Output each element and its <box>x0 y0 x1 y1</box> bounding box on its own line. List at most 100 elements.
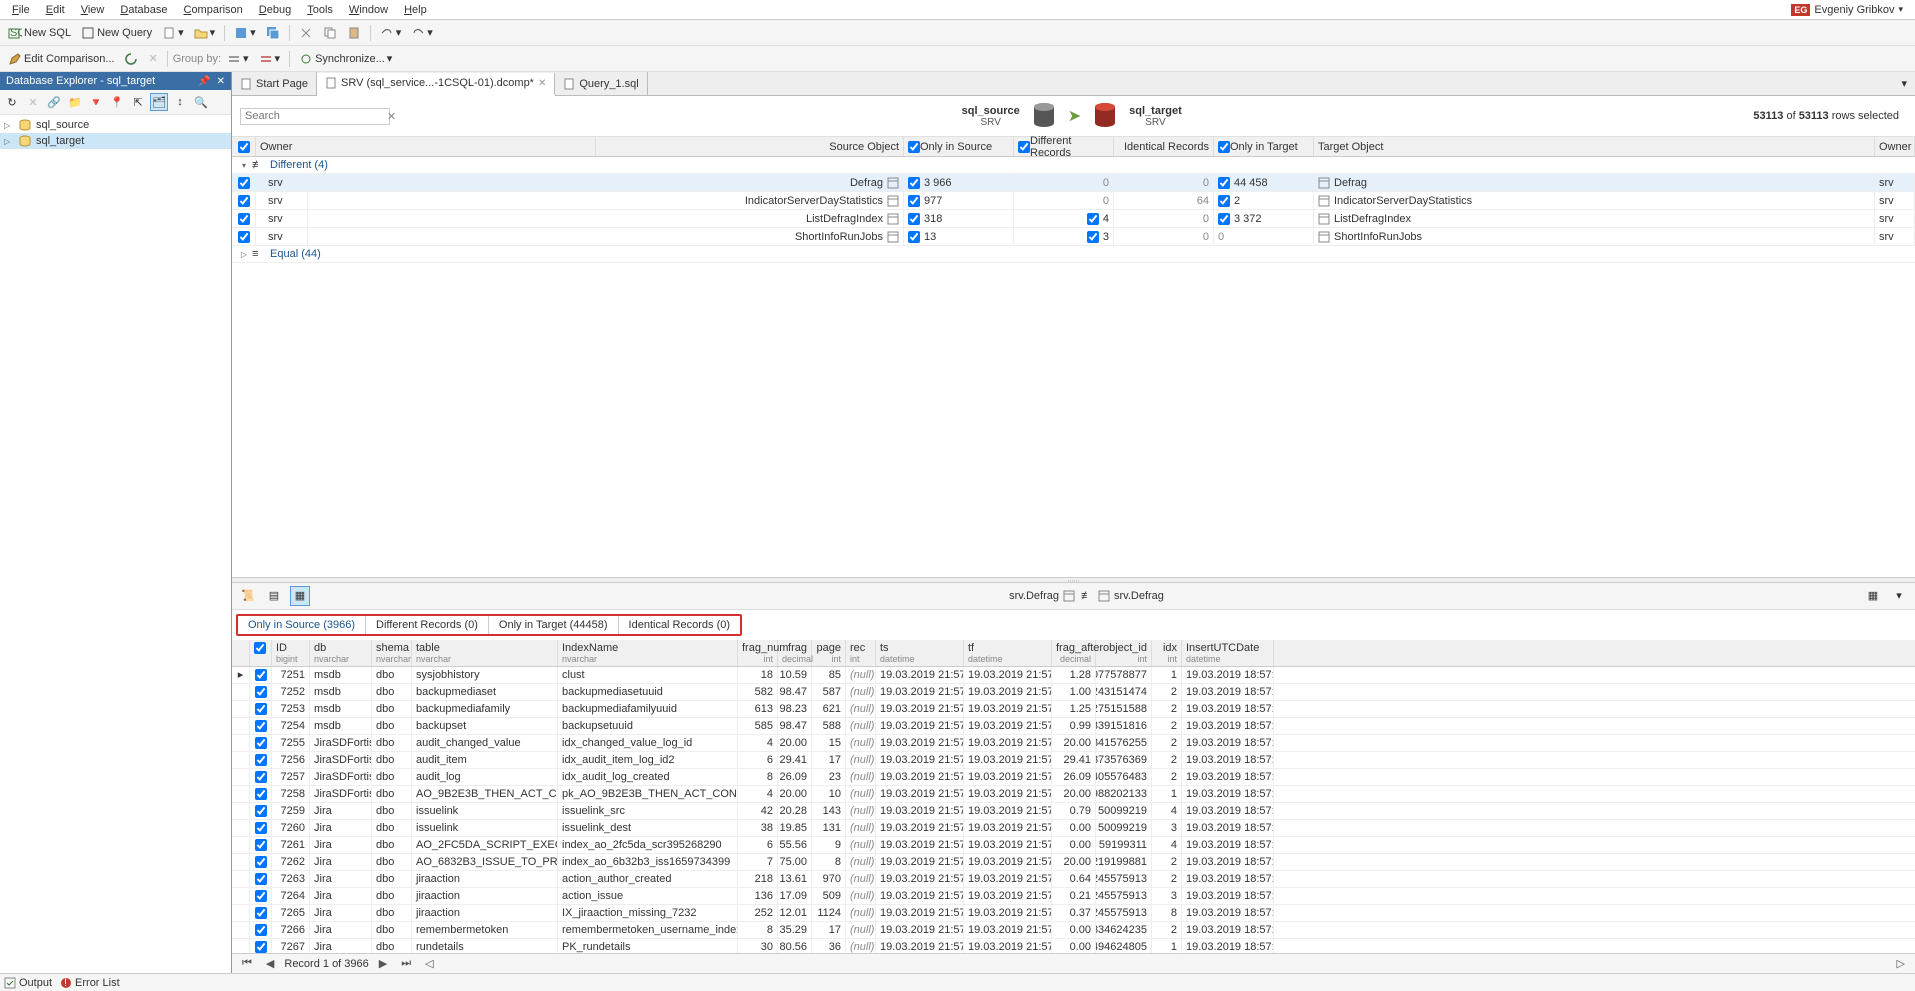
refresh-icon[interactable]: ↻ <box>3 93 21 111</box>
only-target-checkbox[interactable] <box>1218 141 1230 153</box>
data-row[interactable]: 7264Jiradbojiraactionaction_issue13617.0… <box>232 888 1915 905</box>
row-checkbox[interactable] <box>238 195 250 207</box>
doc-dropdown[interactable]: ▾ <box>158 24 188 42</box>
tab-2[interactable]: Query_1.sql <box>555 72 647 95</box>
undo-button[interactable]: ▾ <box>376 24 406 42</box>
group-different[interactable]: ▾ ≢ Different (4) <box>232 157 1915 174</box>
row-checkbox[interactable] <box>255 686 267 698</box>
data-row[interactable]: 7263Jiradbojiraactionaction_author_creat… <box>232 871 1915 888</box>
col-header-db[interactable]: dbnvarchar <box>310 640 372 666</box>
new-sql-button[interactable]: SQL New SQL <box>4 24 75 42</box>
col-header-object_id[interactable]: object_idint <box>1096 640 1152 666</box>
search-box[interactable]: ✕ <box>240 108 390 125</box>
select-all-checkbox[interactable] <box>238 141 250 153</box>
refresh-button[interactable] <box>120 50 142 68</box>
cell-checkbox[interactable] <box>1087 213 1099 225</box>
row-checkbox[interactable] <box>255 839 267 851</box>
menu-comparison[interactable]: Comparison <box>175 2 250 18</box>
edit-comparison-button[interactable]: Edit Comparison... <box>4 50 118 68</box>
menu-view[interactable]: View <box>73 2 113 18</box>
comparison-row[interactable]: srvListDefragIndex 318 40 3 372 ListDefr… <box>232 210 1915 228</box>
options-dropdown[interactable]: ▾ <box>1889 586 1909 606</box>
save-all-button[interactable] <box>262 24 284 42</box>
user-account[interactable]: EG Evgeniy Gribkov ▾ <box>1791 4 1911 16</box>
detail-tab-1[interactable]: Different Records (0) <box>366 616 489 634</box>
cell-checkbox[interactable] <box>1218 195 1230 207</box>
new-folder-icon[interactable]: 📁 <box>66 93 84 111</box>
save-button[interactable]: ▾ <box>230 24 260 42</box>
data-row[interactable]: 7254msdbdbobackupsetbackupsetuuid58598.4… <box>232 718 1915 735</box>
nav-next-icon[interactable]: ▶ <box>375 957 391 970</box>
col-only-target[interactable]: Only in Target <box>1214 137 1314 156</box>
cell-checkbox[interactable] <box>908 213 920 225</box>
tree-node-target[interactable]: ▷ sql_target <box>0 133 231 149</box>
col-header-rec[interactable]: recint <box>846 640 876 666</box>
cell-checkbox[interactable] <box>1218 213 1230 225</box>
synchronize-button[interactable]: Synchronize... ▾ <box>295 50 396 68</box>
data-row[interactable]: 7259Jiradboissuelinkissuelink_src4220.28… <box>232 803 1915 820</box>
col-header-idx[interactable]: idxint <box>1152 640 1182 666</box>
cell-checkbox[interactable] <box>908 177 920 189</box>
tab-0[interactable]: Start Page <box>232 72 317 95</box>
search-input[interactable] <box>245 110 387 122</box>
col-header-shema[interactable]: shemanvarchar <box>372 640 412 666</box>
detail-tab-3[interactable]: Identical Records (0) <box>619 616 741 634</box>
comparison-row[interactable]: srvShortInfoRunJobs 13 300 ShortInfoRunJ… <box>232 228 1915 246</box>
group-equal[interactable]: ▷ ≡ Equal (44) <box>232 246 1915 263</box>
filter-diff-button[interactable]: ▾ <box>255 50 285 68</box>
filter-icon[interactable]: 🔻 <box>87 93 105 111</box>
data-row[interactable]: 7265JiradbojiraactionIX_jiraaction_missi… <box>232 905 1915 922</box>
col-source-object[interactable]: Source Object <box>596 137 904 156</box>
data-row[interactable]: 7257JiraSDFortisdboaudit_logidx_audit_lo… <box>232 769 1915 786</box>
menu-edit[interactable]: Edit <box>38 2 73 18</box>
output-panel-button[interactable]: Output <box>4 977 52 989</box>
redo-button[interactable]: ▾ <box>407 24 437 42</box>
col-owner[interactable]: Owner <box>256 137 596 156</box>
cut-button[interactable] <box>295 24 317 42</box>
col-owner-2[interactable]: Owner <box>1875 137 1915 156</box>
data-row[interactable]: 7262JiradboAO_6832B3_ISSUE_TO_PRindex_ao… <box>232 854 1915 871</box>
row-checkbox[interactable] <box>255 737 267 749</box>
row-checkbox[interactable] <box>255 771 267 783</box>
col-identical[interactable]: Identical Records <box>1114 137 1214 156</box>
row-checkbox[interactable] <box>255 856 267 868</box>
nav-last-icon[interactable]: ⏭ <box>397 957 415 970</box>
menu-database[interactable]: Database <box>112 2 175 18</box>
collapse-icon[interactable]: ⇱ <box>129 93 147 111</box>
data-row[interactable]: 7267JiradborundetailsPK_rundetails3080.5… <box>232 939 1915 954</box>
data-row[interactable]: 7266Jiradboremembermetokenremembermetoke… <box>232 922 1915 939</box>
stop-button[interactable]: ✕ <box>144 50 161 67</box>
row-checkbox[interactable] <box>255 669 267 681</box>
tab-1[interactable]: SRV (sql_service...-1CSQL-01).dcomp*✕ <box>317 73 555 96</box>
collapse-icon[interactable]: ▾ <box>236 161 252 170</box>
cell-checkbox[interactable] <box>1218 177 1230 189</box>
nav-first-icon[interactable]: ⏮ <box>238 957 256 970</box>
detail-tab-2[interactable]: Only in Target (44458) <box>489 616 619 634</box>
menu-help[interactable]: Help <box>396 2 435 18</box>
col-header-frag_num[interactable]: frag_numint <box>738 640 778 666</box>
row-checkbox[interactable] <box>255 941 267 953</box>
col-header-tf[interactable]: tfdatetime <box>964 640 1052 666</box>
only-source-checkbox[interactable] <box>908 141 920 153</box>
row-checkbox[interactable] <box>255 703 267 715</box>
col-different[interactable]: Different Records <box>1014 137 1114 156</box>
data-row[interactable]: ▸7251msdbdbosysjobhistoryclust1810.5985(… <box>232 667 1915 684</box>
data-row[interactable]: 7253msdbdbobackupmediafamilybackupmediaf… <box>232 701 1915 718</box>
col-header-id[interactable]: IDbigint <box>272 640 310 666</box>
col-target-object[interactable]: Target Object <box>1314 137 1875 156</box>
row-checkbox[interactable] <box>255 720 267 732</box>
nav-prev-page-icon[interactable]: ◁ <box>421 957 437 970</box>
object-filter-icon[interactable]: 🗂 <box>150 93 168 111</box>
tab-close-icon[interactable]: ✕ <box>538 78 546 89</box>
new-connection-icon[interactable]: 🔗 <box>45 93 63 111</box>
row-checkbox[interactable] <box>255 805 267 817</box>
nav-scroll-right-icon[interactable]: ▷ <box>1893 957 1909 970</box>
cell-checkbox[interactable] <box>908 195 920 207</box>
col-header-page[interactable]: pageint <box>812 640 846 666</box>
data-row[interactable]: 7260Jiradboissuelinkissuelink_dest3819.8… <box>232 820 1915 837</box>
row-checkbox[interactable] <box>255 754 267 766</box>
menu-debug[interactable]: Debug <box>251 2 299 18</box>
row-checkbox[interactable] <box>255 788 267 800</box>
col-header-indexname[interactable]: IndexNamenvarchar <box>558 640 738 666</box>
col-header-frag_after[interactable]: frag_afterdecimal <box>1052 640 1096 666</box>
